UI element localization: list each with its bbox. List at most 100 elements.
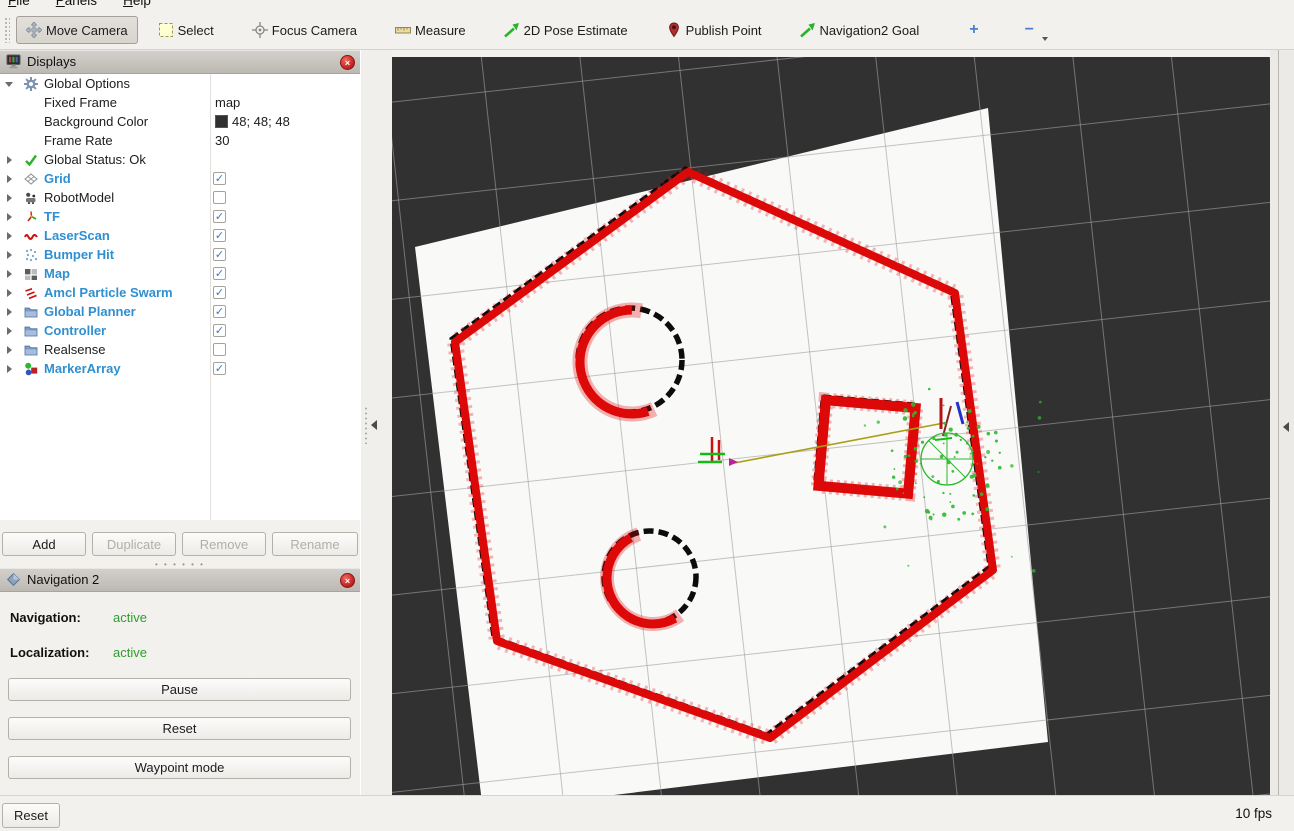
tool-focus-camera[interactable]: Focus Camera (242, 16, 367, 44)
expander-closed-icon[interactable] (7, 270, 12, 278)
navigation-status-label: Navigation: (10, 610, 81, 625)
visibility-checkbox[interactable]: ✓ (213, 286, 226, 299)
toolbar-drag-handle[interactable] (4, 17, 10, 43)
tool-publish-point[interactable]: Publish Point (656, 16, 772, 44)
expander-closed-icon[interactable] (7, 232, 12, 240)
menu-file[interactable]: File (8, 0, 30, 8)
chevron-down-icon (1042, 37, 1048, 41)
3d-viewport[interactable] (392, 57, 1270, 795)
expander-closed-icon[interactable] (7, 251, 12, 259)
visibility-checkbox[interactable]: ✓ (213, 172, 226, 185)
tool-select[interactable]: Select (148, 16, 224, 44)
localization-status-value: active (113, 645, 147, 660)
expander-closed-icon[interactable] (7, 213, 12, 221)
display-label[interactable]: Frame Rate (44, 133, 113, 148)
display-label[interactable]: Realsense (44, 342, 105, 357)
expander-closed-icon[interactable] (7, 365, 12, 373)
display-label[interactable]: Bumper Hit (44, 247, 114, 262)
display-row-frame-rate[interactable]: Frame Rate 30 (0, 131, 360, 150)
right-splitter[interactable] (1270, 50, 1294, 795)
display-label[interactable]: Map (44, 266, 70, 281)
remove-tool-button[interactable]: − (1017, 17, 1042, 43)
menu-help[interactable]: Help (123, 0, 151, 8)
display-row-background-color[interactable]: Background Color 48; 48; 48 (0, 112, 360, 131)
display-label[interactable]: Grid (44, 171, 71, 186)
display-label[interactable]: MarkerArray (44, 361, 121, 376)
display-row-map[interactable]: Map ✓ (0, 264, 360, 283)
waypoint-mode-button[interactable]: Waypoint mode (8, 756, 351, 779)
add-tool-button[interactable]: + (961, 17, 986, 43)
display-label[interactable]: Fixed Frame (44, 95, 117, 110)
displays-panel-header[interactable]: Displays × (0, 50, 360, 74)
visibility-checkbox[interactable] (213, 191, 226, 204)
navigation2-panel-header[interactable]: Navigation 2 × (0, 568, 360, 592)
display-label[interactable]: Global Options (44, 76, 130, 91)
menu-panels[interactable]: Panels (56, 0, 97, 8)
grid-icon (24, 172, 38, 186)
display-row-laserscan[interactable]: LaserScan ✓ (0, 226, 360, 245)
pause-button[interactable]: Pause (8, 678, 351, 701)
display-row-global-status-ok[interactable]: Global Status: Ok (0, 150, 360, 169)
tool-2d-pose-estimate[interactable]: 2D Pose Estimate (494, 16, 638, 44)
visibility-checkbox[interactable]: ✓ (213, 324, 226, 337)
tool-move-camera[interactable]: Move Camera (16, 16, 138, 44)
display-row-controller[interactable]: Controller ✓ (0, 321, 360, 340)
expander-closed-icon[interactable] (7, 194, 12, 202)
visibility-checkbox[interactable]: ✓ (213, 305, 226, 318)
displays-close-button[interactable]: × (340, 55, 355, 70)
toolbar: Move Camera Select Focus Camera Measure … (0, 11, 1294, 50)
expander-closed-icon[interactable] (7, 175, 12, 183)
expander-closed-icon[interactable] (7, 308, 12, 316)
display-label[interactable]: Controller (44, 323, 106, 338)
display-row-global-planner[interactable]: Global Planner ✓ (0, 302, 360, 321)
displays-icon (6, 54, 21, 69)
visibility-checkbox[interactable] (213, 343, 226, 356)
display-row-grid[interactable]: Grid ✓ (0, 169, 360, 188)
display-label[interactable]: Global Status: Ok (44, 152, 146, 167)
add-display-button[interactable]: Add (2, 532, 86, 556)
display-label[interactable]: Global Planner (44, 304, 136, 319)
navigation2-panel-title: Navigation 2 (27, 572, 99, 587)
navigation2-close-button[interactable]: × (340, 573, 355, 588)
display-row-tf[interactable]: TF ✓ (0, 207, 360, 226)
panel-splitter[interactable] (360, 50, 393, 795)
property-value[interactable]: 48; 48; 48 (215, 114, 290, 129)
visibility-checkbox[interactable]: ✓ (213, 267, 226, 280)
visibility-checkbox[interactable]: ✓ (213, 229, 226, 242)
visibility-checkbox[interactable]: ✓ (213, 248, 226, 261)
expander-closed-icon[interactable] (7, 289, 12, 297)
display-row-fixed-frame[interactable]: Fixed Frame map (0, 93, 360, 112)
display-label[interactable]: LaserScan (44, 228, 110, 243)
tool-label: Move Camera (46, 23, 128, 38)
property-value[interactable]: map (215, 95, 240, 110)
display-label[interactable]: TF (44, 209, 60, 224)
reset-time-button[interactable]: Reset (2, 803, 60, 828)
expander-closed-icon[interactable] (7, 156, 12, 164)
display-row-robotmodel[interactable]: RobotModel (0, 188, 360, 207)
reset-nav-button[interactable]: Reset (8, 717, 351, 740)
navigation-status-value: active (113, 610, 147, 625)
tool-navigation2-goal[interactable]: Navigation2 Goal (790, 16, 930, 44)
display-row-global-options[interactable]: Global Options (0, 74, 360, 93)
property-value[interactable]: 30 (215, 133, 229, 148)
map-icon (24, 267, 38, 281)
display-label[interactable]: Background Color (44, 114, 148, 129)
collapse-left-panel-icon[interactable] (371, 420, 377, 430)
display-row-markerarray[interactable]: MarkerArray ✓ (0, 359, 360, 378)
display-row-realsense[interactable]: Realsense (0, 340, 360, 359)
visibility-checkbox[interactable]: ✓ (213, 210, 226, 223)
display-label[interactable]: RobotModel (44, 190, 114, 205)
tool-label: Select (178, 23, 214, 38)
render-scene (392, 57, 1270, 795)
collapse-right-panel-icon[interactable] (1283, 422, 1289, 432)
display-row-amcl-particle-swarm[interactable]: Amcl Particle Swarm ✓ (0, 283, 360, 302)
tool-measure[interactable]: Measure (385, 16, 476, 44)
display-row-bumper-hit[interactable]: Bumper Hit ✓ (0, 245, 360, 264)
visibility-checkbox[interactable]: ✓ (213, 362, 226, 375)
expander-closed-icon[interactable] (7, 346, 12, 354)
expander-open-icon[interactable] (5, 82, 13, 87)
expander-closed-icon[interactable] (7, 327, 12, 335)
localization-status-label: Localization: (10, 645, 89, 660)
plus-icon: + (969, 21, 978, 38)
display-label[interactable]: Amcl Particle Swarm (44, 285, 173, 300)
